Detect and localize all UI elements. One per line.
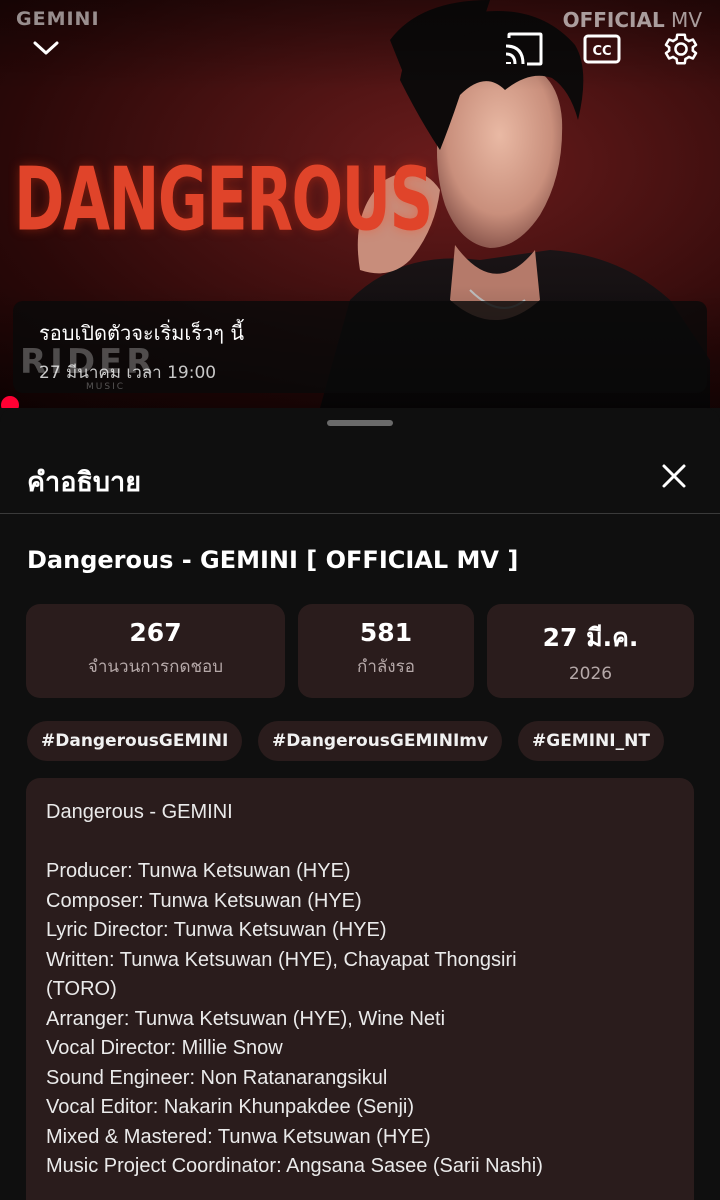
credit-line: Composer: Tunwa Ketsuwan (HYE)	[46, 889, 362, 912]
hashtag-chip[interactable]: #DangerousGEMINI	[27, 721, 243, 761]
waiting-label: กำลังรอ	[357, 657, 415, 677]
hashtag-chip[interactable]: #DangerousGEMINImv	[258, 721, 503, 761]
premiere-date: 27 มี.ค.	[542, 623, 639, 652]
premiere-title: รอบเปิดตัวจะเริ่มเร็วๆ นี้	[39, 321, 244, 345]
likes-label: จำนวนการกดชอบ	[87, 657, 224, 677]
captions-button[interactable]: CC	[580, 30, 624, 68]
label-logo-sub: MUSIC	[86, 382, 126, 392]
description-heading: Dangerous - GEMINI	[46, 801, 233, 823]
svg-text:CC: CC	[592, 44, 611, 59]
video-player[interactable]: GEMINI OFFICIAL MV DANGEROUS CC รอบเปิดต…	[0, 0, 720, 408]
close-button[interactable]	[656, 458, 692, 494]
hashtag-chip[interactable]: #GEMINI_NT	[518, 721, 664, 761]
premiere-banner: รอบเปิดตัวจะเริ่มเร็วๆ นี้ 27 มีนาคม เวล…	[13, 301, 707, 393]
close-icon	[662, 464, 686, 488]
waiting-stat: 581 กำลังรอ	[298, 604, 474, 698]
description-box: Dangerous - GEMINI Producer: Tunwa Ketsu…	[26, 778, 694, 1200]
sheet-title: คำอธิบาย	[27, 467, 142, 498]
settings-gear-icon	[664, 33, 698, 65]
credit-line: (TORO)	[46, 978, 117, 1000]
video-title: Dangerous - GEMINI [ OFFICIAL MV ]	[27, 546, 519, 574]
credit-line: Arranger: Tunwa Ketsuwan (HYE), Wine Net…	[46, 1007, 446, 1030]
credit-line: Lyric Director: Tunwa Ketsuwan (HYE)	[46, 919, 387, 941]
credit-line: Vocal Editor: Nakarin Khunpakdee (Senji)	[46, 1096, 414, 1118]
credit-line: Producer: Tunwa Ketsuwan (HYE)	[46, 860, 351, 882]
likes-count: 267	[129, 618, 182, 647]
minimize-chevron-button[interactable]	[26, 30, 66, 66]
cover-title-art: DANGEROUS	[14, 150, 433, 251]
premiere-year: 2026	[568, 664, 613, 684]
credit-line: Sound Engineer: Non Ratanarangsikul	[46, 1066, 388, 1089]
progress-scrubber-dot[interactable]	[1, 396, 19, 408]
cast-icon	[505, 32, 543, 66]
date-stat: 27 มี.ค. 2026	[487, 604, 694, 698]
premiere-time: 27 มีนาคม เวลา 19:00	[39, 363, 217, 383]
credit-line: Music Project Coordinator: Angsana Sasee…	[46, 1155, 543, 1177]
cast-button[interactable]	[500, 28, 546, 70]
chevron-down-icon	[33, 41, 59, 55]
artist-watermark: GEMINI	[16, 8, 100, 30]
description-sheet: คำอธิบาย Dangerous - GEMINI [ OFFICIAL M…	[0, 408, 720, 1200]
credit-line: Mixed & Mastered: Tunwa Ketsuwan (HYE)	[46, 1125, 431, 1148]
sheet-header: คำอธิบาย	[0, 448, 720, 514]
likes-stat: 267 จำนวนการกดชอบ	[26, 604, 285, 698]
credit-line: Written: Tunwa Ketsuwan (HYE), Chayapat …	[46, 948, 517, 971]
settings-button[interactable]	[658, 26, 704, 72]
waiting-count: 581	[359, 618, 413, 647]
captions-icon: CC	[583, 34, 621, 64]
sheet-drag-handle[interactable]	[327, 420, 393, 426]
credit-line: Vocal Director: Millie Snow	[46, 1037, 283, 1059]
